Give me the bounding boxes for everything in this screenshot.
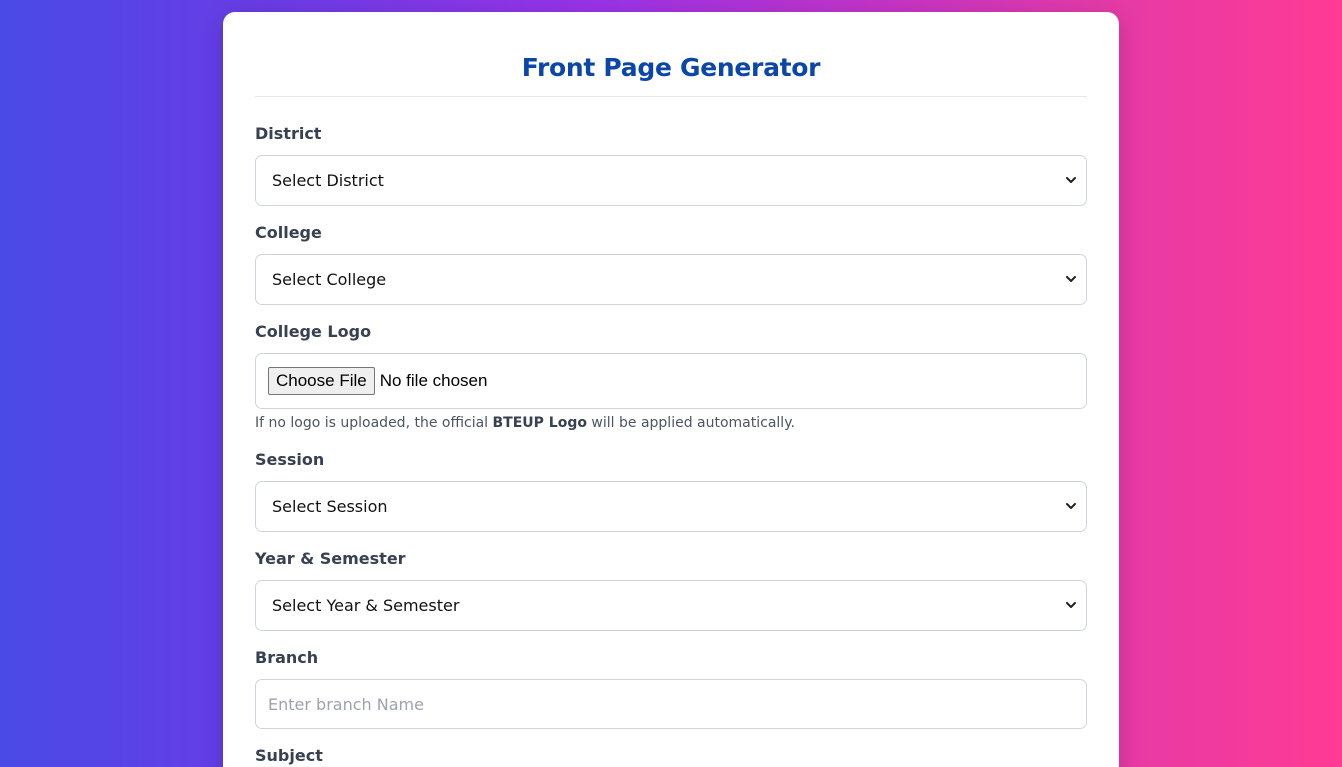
session-label: Session — [255, 450, 325, 469]
college-group: College Select College — [255, 223, 1087, 305]
branch-input[interactable] — [268, 694, 1070, 714]
college-logo-file-input[interactable]: Choose File No file chosen — [255, 353, 1087, 409]
session-select[interactable]: Select Session — [255, 481, 1087, 532]
chevron-down-icon — [1066, 601, 1076, 611]
form-card: Front Page Generator District Select Dis… — [223, 12, 1119, 767]
year-semester-label: Year & Semester — [255, 549, 406, 568]
year-semester-select[interactable]: Select Year & Semester — [255, 580, 1087, 631]
logo-hint-bold: BTEUP Logo — [492, 415, 587, 431]
college-logo-label: College Logo — [255, 322, 372, 341]
branch-label: Branch — [255, 648, 319, 667]
logo-hint-prefix: If no logo is uploaded, the official — [255, 415, 493, 431]
session-select-value: Select Session — [272, 497, 388, 516]
session-group: Session Select Session — [255, 450, 1087, 532]
district-select-value: Select District — [272, 171, 384, 190]
year-semester-select-value: Select Year & Semester — [272, 596, 460, 615]
logo-hint-suffix: will be applied automatically. — [586, 415, 795, 431]
district-select[interactable]: Select District — [255, 155, 1087, 206]
subject-label: Subject — [255, 746, 323, 765]
subject-group: Subject — [255, 746, 323, 766]
logo-hint: If no logo is uploaded, the official BTE… — [255, 415, 1087, 431]
page-title: Front Page Generator — [521, 53, 821, 82]
year-semester-group: Year & Semester Select Year & Semester — [255, 549, 1087, 631]
chevron-down-icon — [1066, 176, 1076, 186]
district-label: District — [255, 124, 322, 143]
branch-group: Branch — [255, 648, 1087, 729]
chevron-down-icon — [1066, 502, 1076, 512]
college-select[interactable]: Select College — [255, 254, 1087, 305]
district-group: District Select District — [255, 124, 1087, 206]
branch-input-wrapper — [255, 679, 1087, 729]
college-select-value: Select College — [272, 270, 387, 289]
choose-file-button[interactable]: Choose File — [268, 367, 375, 395]
college-label: College — [255, 223, 322, 242]
title-divider — [255, 96, 1087, 97]
college-logo-group: College Logo Choose File No file chosen … — [255, 322, 1087, 431]
file-status: No file chosen — [379, 371, 488, 390]
chevron-down-icon — [1066, 275, 1076, 285]
